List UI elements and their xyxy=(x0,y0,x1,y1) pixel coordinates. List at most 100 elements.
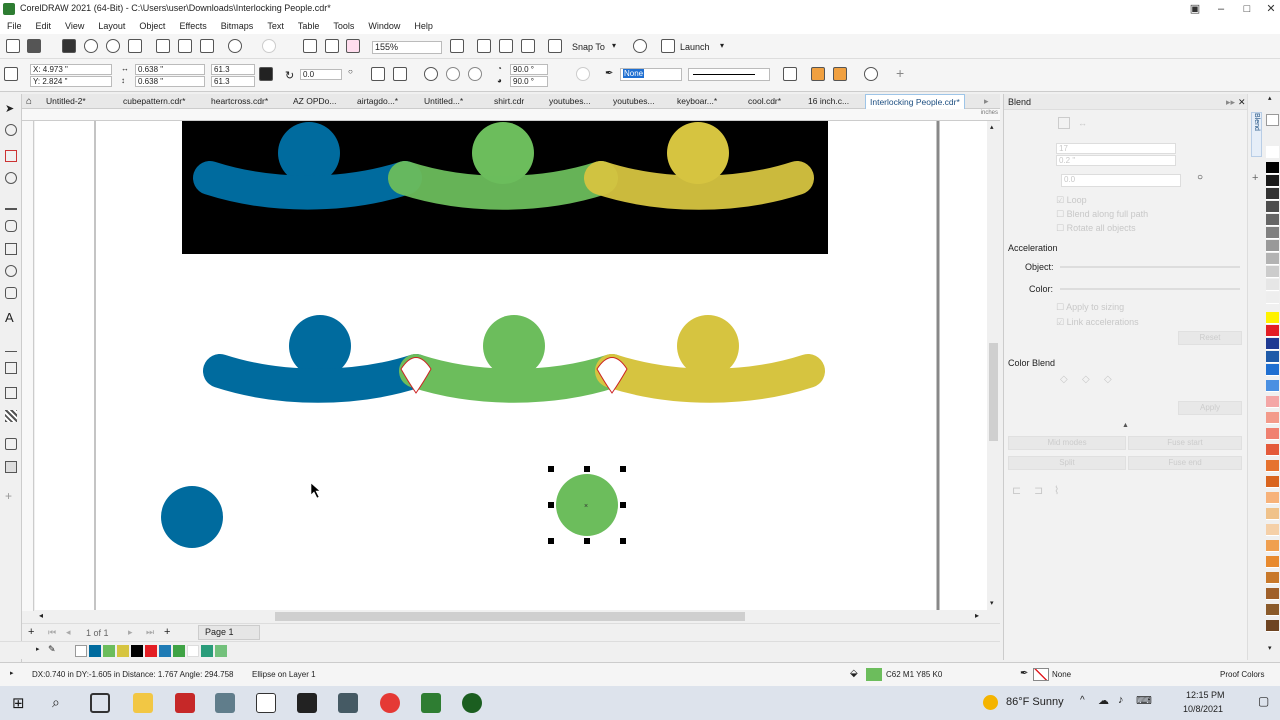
fill-color-swatch[interactable] xyxy=(866,668,882,681)
palette-eyedropper-icon[interactable]: ✎ xyxy=(48,644,56,655)
palette-swatch-teal[interactable] xyxy=(201,645,213,657)
redo-icon[interactable] xyxy=(262,39,276,53)
menu-object[interactable]: Object xyxy=(132,18,172,34)
y-position-field[interactable]: Y: 2.824 " xyxy=(30,76,112,87)
minimize-button[interactable]: – xyxy=(1214,2,1228,16)
blue-person-arms-top[interactable] xyxy=(193,161,422,210)
swatch-40-black[interactable] xyxy=(1266,240,1279,252)
proof-colors-toggle[interactable]: Proof Colors xyxy=(1220,670,1264,679)
swatch-50-black[interactable] xyxy=(1266,227,1279,239)
yellow-person-head-top[interactable] xyxy=(667,122,729,184)
swatch-70-black[interactable] xyxy=(1266,201,1279,213)
blue-person-head-top[interactable] xyxy=(278,122,340,184)
swatch-light-orange[interactable] xyxy=(1266,540,1279,552)
to-back-icon[interactable] xyxy=(833,67,847,81)
add-docker-icon[interactable]: + xyxy=(1252,172,1258,184)
tabs-scroll-icon[interactable]: ▸ xyxy=(984,96,989,107)
swatch-light-peach[interactable] xyxy=(1266,508,1279,520)
tab-youtubes-1[interactable]: youtubes... xyxy=(545,94,595,109)
green-person-arms-top[interactable] xyxy=(388,161,618,210)
snap-to-label[interactable]: Snap To xyxy=(572,42,605,52)
swatch-5-black[interactable] xyxy=(1266,292,1279,304)
swatch-orange[interactable] xyxy=(1266,460,1279,472)
app-icon-1[interactable] xyxy=(215,693,235,713)
object-acceleration-slider[interactable] xyxy=(1060,266,1240,268)
palette-scroll-down-icon[interactable]: ▾ xyxy=(1268,644,1272,652)
status-expand-icon[interactable]: ▸ xyxy=(10,669,14,677)
tab-cool[interactable]: cool.cdr* xyxy=(744,94,785,109)
last-page-icon[interactable]: ⏭ xyxy=(146,627,154,638)
swatch-blue[interactable] xyxy=(1266,364,1279,376)
palette-swatch-mid-blue[interactable] xyxy=(159,645,171,657)
reset-button[interactable]: Reset xyxy=(1178,331,1242,345)
connector-tool-icon[interactable] xyxy=(5,362,17,374)
menu-effects[interactable]: Effects xyxy=(172,18,213,34)
apply-button[interactable]: Apply xyxy=(1178,401,1242,415)
tab-keyboard[interactable]: keyboar...* xyxy=(673,94,721,109)
horizontal-scroll-thumb[interactable] xyxy=(275,612,745,621)
print-icon[interactable] xyxy=(128,39,142,53)
palette-swatch-yellow[interactable] xyxy=(117,645,129,657)
add-page-before-icon[interactable]: + xyxy=(28,626,34,638)
scroll-down-icon[interactable]: ▾ xyxy=(990,599,994,607)
palette-swatch-blue[interactable] xyxy=(89,645,101,657)
text-tool-icon[interactable]: A xyxy=(5,311,17,324)
green-person-head-top[interactable] xyxy=(472,122,534,184)
palette-swatch-light-green[interactable] xyxy=(215,645,227,657)
palette-menu-icon[interactable]: ▸ xyxy=(36,645,40,653)
artistic-media-tool-icon[interactable] xyxy=(5,220,17,232)
menu-view[interactable]: View xyxy=(58,18,91,34)
swatch-peach[interactable] xyxy=(1266,492,1279,504)
swatch-yellow[interactable] xyxy=(1266,312,1279,324)
save-icon[interactable] xyxy=(62,39,76,53)
fuse-end-button[interactable]: Fuse end xyxy=(1128,456,1242,470)
scroll-up-icon[interactable]: ▴ xyxy=(990,123,994,131)
open-folder-icon[interactable] xyxy=(27,39,41,53)
interactive-fill-tool-icon[interactable] xyxy=(5,461,17,473)
restore-docker-icon[interactable]: ▣ xyxy=(1188,2,1202,16)
palette-swatch-dark-green[interactable] xyxy=(173,645,185,657)
tab-untitled[interactable]: Untitled...* xyxy=(420,94,467,109)
eyedropper-tool-icon[interactable] xyxy=(5,438,17,450)
coreldraw-active-icon[interactable] xyxy=(421,693,441,713)
menu-bitmaps[interactable]: Bitmaps xyxy=(214,18,261,34)
tab-16-inch[interactable]: 16 inch.c... xyxy=(804,94,853,109)
palette-swatch-green[interactable] xyxy=(103,645,115,657)
grid-icon[interactable] xyxy=(499,39,513,53)
corel-app-icon[interactable] xyxy=(462,693,482,713)
to-front-icon[interactable] xyxy=(811,67,825,81)
copy-icon[interactable] xyxy=(178,39,192,53)
swatch-30-black[interactable] xyxy=(1266,253,1279,265)
line-style-select[interactable] xyxy=(688,68,770,81)
page-1-tab[interactable]: Page 1 xyxy=(198,625,260,640)
notifications-icon[interactable]: ▢ xyxy=(1258,694,1269,708)
snap-to-icon[interactable] xyxy=(548,39,562,53)
launch-chevron-icon[interactable]: ▾ xyxy=(720,41,724,50)
swatch-black[interactable] xyxy=(1266,162,1279,174)
freehand-tool-icon[interactable] xyxy=(5,198,17,210)
swatch-salmon[interactable] xyxy=(1266,412,1279,424)
scale-y-field[interactable]: 61.3 xyxy=(211,76,255,87)
menu-layout[interactable]: Layout xyxy=(91,18,132,34)
scroll-left-icon[interactable]: ◂ xyxy=(39,611,43,620)
vertical-scroll-thumb[interactable] xyxy=(989,343,998,441)
direction-icon[interactable] xyxy=(576,67,590,81)
arc-mode-icon[interactable] xyxy=(468,67,482,81)
swatch-cream[interactable] xyxy=(1266,524,1279,536)
export-pdf-icon[interactable] xyxy=(346,39,360,53)
cloud-sync-icon[interactable] xyxy=(106,39,120,53)
rotation-angle-field[interactable]: 0.0 xyxy=(300,69,342,80)
close-button[interactable]: ✕ xyxy=(1264,2,1278,16)
maximize-button[interactable]: □ xyxy=(1240,2,1254,16)
outline-color-none-swatch[interactable] xyxy=(1033,668,1049,681)
weather-sun-icon[interactable] xyxy=(983,695,998,710)
clock-date[interactable]: 10/8/2021 xyxy=(1183,704,1223,714)
palette-swatch-black[interactable] xyxy=(131,645,143,657)
menu-window[interactable]: Window xyxy=(361,18,407,34)
width-field[interactable]: 0.638 " xyxy=(135,64,205,75)
docker-close-icon[interactable]: ✕ xyxy=(1238,94,1246,110)
docker-section-toggle-icon[interactable]: ▲ xyxy=(1122,422,1129,429)
swatch-navy[interactable] xyxy=(1266,338,1279,350)
split-button[interactable]: Split xyxy=(1008,456,1126,470)
drawing-canvas[interactable]: × xyxy=(35,121,987,610)
